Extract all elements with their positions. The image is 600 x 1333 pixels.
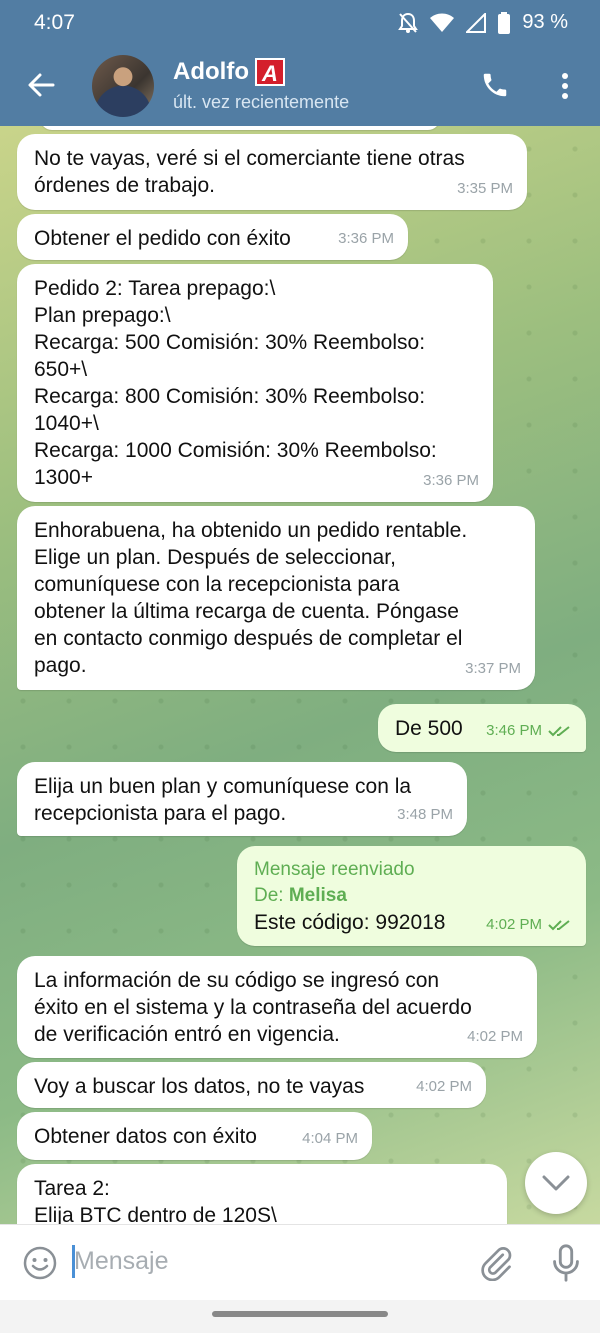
message-time-text: 4:02 PM <box>486 916 542 933</box>
message-time: 4:04 PM <box>302 1130 358 1147</box>
message-text: Enhorabuena, ha obtenido un pedido renta… <box>34 519 468 542</box>
message-bubble[interactable]: Elija un buen plan y comuníquese con la … <box>17 762 467 836</box>
message-bubble[interactable]: Pedido 2: Tarea prepago:\ Plan prepago:\… <box>17 264 493 502</box>
message-text: obtener la última recarga de cuenta. Pón… <box>34 600 459 623</box>
message-bubble[interactable]: Obtener el pedido con éxito 3:36 PM <box>17 214 408 260</box>
message-text: 1040+\ <box>34 412 99 435</box>
double-check-icon <box>548 725 570 736</box>
contact-name[interactable]: Adolfo A <box>173 58 285 86</box>
message-text: Recarga: 800 Comisión: 30% Reembolso: <box>34 385 426 408</box>
double-check-icon <box>548 919 570 930</box>
message-text: Elija BTC dentro de 120S\ <box>34 1204 277 1224</box>
chevron-down-icon <box>542 1175 570 1191</box>
forwarded-from[interactable]: De: Melisa <box>254 883 570 909</box>
message-input[interactable]: Mensaje <box>74 1247 169 1276</box>
phone-icon[interactable] <box>480 70 510 100</box>
scroll-to-bottom-button[interactable] <box>525 1152 587 1214</box>
message-bubble[interactable]: Voy a buscar los datos, no te vayas 4:02… <box>17 1062 486 1108</box>
battery-icon <box>498 11 511 34</box>
clock: 4:07 <box>34 11 75 34</box>
message-time: 4:02 PM <box>486 911 572 938</box>
emoji-icon[interactable] <box>22 1245 58 1281</box>
message-bubble[interactable]: No te vayas, veré si el comerciante tien… <box>17 134 527 210</box>
message-text: de verificación entró en vigencia. <box>34 1023 340 1046</box>
message-text: Recarga: 500 Comisión: 30% Reembolso: <box>34 331 426 354</box>
forwarded-from-prefix: De: <box>254 885 284 906</box>
system-nav-bar <box>0 1300 600 1333</box>
message-bubble[interactable]: Obtener datos con éxito 4:04 PM <box>17 1112 372 1160</box>
contact-name-text: Adolfo <box>173 58 249 85</box>
message-text: 1300+ <box>34 466 93 489</box>
message-text: recepcionista para el pago. <box>34 802 287 825</box>
message-time: 4:02 PM <box>467 1028 523 1045</box>
home-gesture-pill[interactable] <box>212 1311 388 1317</box>
message-text: Plan prepago:\ <box>34 304 171 327</box>
brand-badge: A <box>254 58 285 86</box>
message-text: éxito en el sistema y la contraseña del … <box>34 996 472 1019</box>
avatar[interactable] <box>92 55 154 117</box>
message-bubble[interactable]: La información de su código se ingresó c… <box>17 956 537 1058</box>
message-text: Elija un buen plan y comuníquese con la <box>34 775 412 798</box>
message-text: Voy a buscar los datos, no te vayas <box>34 1075 365 1098</box>
signal-icon <box>466 12 487 33</box>
message-text: en contacto conmigo después de completar… <box>34 627 463 650</box>
chat-header: Adolfo A últ. vez recientemente <box>0 46 600 126</box>
forwarded-from-name: Melisa <box>288 885 347 906</box>
message-text: La información de su código se ingresó c… <box>34 969 440 992</box>
message-text: comuníquese con la recepcionista para <box>34 573 400 596</box>
message-text: órdenes de trabajo. <box>34 174 215 197</box>
message-time: 3:46 PM <box>486 717 572 744</box>
forwarded-label: Mensaje reenviado <box>254 859 415 880</box>
battery-percent: 93 % <box>522 11 568 33</box>
message-bubble[interactable]: Tarea 2: Elija BTC dentro de 120S\ <box>17 1164 507 1224</box>
attach-paperclip-icon[interactable] <box>478 1245 514 1282</box>
message-time: 3:36 PM <box>423 472 479 489</box>
forwarded-message-bubble[interactable]: Mensaje reenviado De: Melisa Este código… <box>237 846 586 946</box>
message-time-text: 3:46 PM <box>486 722 542 739</box>
message-text: Recarga: 1000 Comisión: 30% Reembolso: <box>34 439 437 462</box>
last-seen-status: últ. vez recientemente <box>173 92 350 112</box>
status-bar: 4:07 93 % <box>0 0 600 46</box>
message-time: 3:37 PM <box>465 660 521 677</box>
message-input-bar: Mensaje <box>0 1224 600 1300</box>
message-text: Tarea 2: <box>34 1177 110 1200</box>
chat-messages[interactable]: No te vayas, veré si el comerciante tien… <box>0 126 600 1224</box>
message-text: pago. <box>34 654 87 677</box>
message-text: Pedido 2: Tarea prepago:\ <box>34 277 276 300</box>
message-time: 3:35 PM <box>457 180 513 197</box>
message-time: 3:48 PM <box>397 806 453 823</box>
wifi-icon <box>430 13 455 33</box>
microphone-icon[interactable] <box>548 1243 584 1283</box>
message-text: 650+\ <box>34 358 88 381</box>
status-icons: 93 % <box>398 11 568 34</box>
more-options-icon[interactable] <box>555 70 575 102</box>
mute-bell-icon <box>398 12 419 34</box>
message-time: 4:02 PM <box>416 1078 472 1095</box>
message-bubble-partial <box>40 126 440 130</box>
message-bubble[interactable]: Enhorabuena, ha obtenido un pedido renta… <box>17 506 535 690</box>
message-bubble-outgoing[interactable]: De 500 3:46 PM <box>378 704 586 752</box>
message-text: Elige un plan. Después de seleccionar, <box>34 546 396 569</box>
message-text: No te vayas, veré si el comerciante tien… <box>34 147 465 170</box>
message-time: 3:36 PM <box>338 230 394 247</box>
back-arrow-icon[interactable] <box>26 70 56 100</box>
